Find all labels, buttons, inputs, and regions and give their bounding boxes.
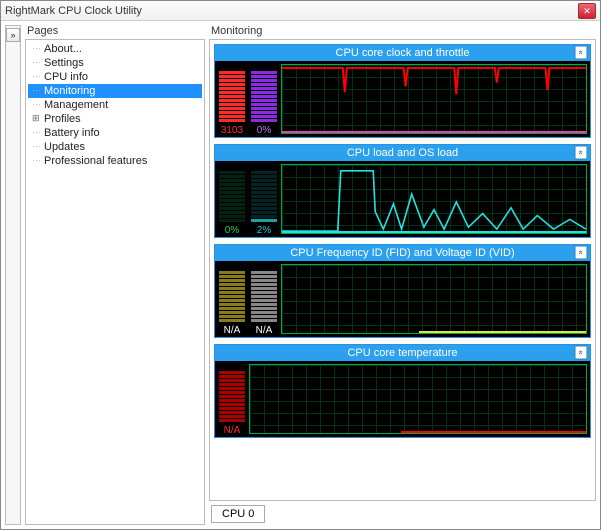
panel-collapse-button[interactable]: «: [575, 346, 588, 360]
gauge-bars: [219, 265, 245, 324]
gauge: 3103: [219, 65, 245, 137]
gauge-bars: [251, 265, 277, 324]
sidebar-item-about[interactable]: About...: [28, 42, 202, 56]
gauge-group: N/A: [215, 361, 249, 437]
gauge: N/A: [219, 265, 245, 337]
sidebar-item-profiles[interactable]: Profiles: [28, 112, 202, 126]
graph-baseline: [282, 231, 586, 233]
monitor-panel: CPU core clock and throttle « 3103 0%: [214, 44, 591, 138]
gauge: 0%: [219, 165, 245, 237]
graph-baseline: [282, 131, 586, 133]
sidebar-heading: Pages: [25, 25, 205, 39]
graph: [281, 264, 587, 334]
gauge-value: 0%: [219, 224, 245, 237]
cpu-tabstrip: CPU 0: [209, 503, 596, 525]
main-heading: Monitoring: [209, 25, 596, 39]
monitor-area: CPU core clock and throttle « 3103 0% CPU l…: [209, 39, 596, 501]
sidebar-collapse-strip: »: [5, 25, 21, 525]
panel-body: N/A N/A: [215, 261, 590, 337]
gauge-group: N/A N/A: [215, 261, 281, 337]
panel-title: CPU Frequency ID (FID) and Voltage ID (V…: [290, 247, 514, 259]
graph: [281, 64, 587, 134]
panel-header: CPU core temperature «: [215, 345, 590, 361]
monitor-panel: CPU load and OS load « 0% 2%: [214, 144, 591, 238]
sidebar-item-updates[interactable]: Updates: [28, 140, 202, 154]
panel-body: 0% 2%: [215, 161, 590, 237]
panel-title: CPU load and OS load: [347, 147, 458, 159]
gauge-group: 0% 2%: [215, 161, 281, 237]
monitor-panel: CPU core temperature « N/A: [214, 344, 591, 438]
sidebar-item-management[interactable]: Management: [28, 98, 202, 112]
sidebar-item-professional-features[interactable]: Professional features: [28, 154, 202, 168]
sidebar-collapse-button[interactable]: »: [6, 28, 20, 42]
panel-body: 3103 0%: [215, 61, 590, 137]
sidebar: Pages About...SettingsCPU infoMonitoring…: [25, 25, 205, 525]
cpu-tab[interactable]: CPU 0: [211, 505, 265, 523]
main-pane: Monitoring CPU core clock and throttle « 3…: [209, 25, 596, 525]
graph: [281, 164, 587, 234]
panel-collapse-button[interactable]: «: [575, 146, 588, 160]
titlebar: RightMark CPU Clock Utility ✕: [1, 1, 600, 21]
panel-header: CPU core clock and throttle «: [215, 45, 590, 61]
panel-collapse-button[interactable]: «: [575, 246, 588, 260]
panel-header: CPU load and OS load «: [215, 145, 590, 161]
gauge-value: 0%: [251, 124, 277, 137]
gauge-value: N/A: [219, 424, 245, 437]
gauge-bars: [251, 65, 277, 124]
gauge-value: N/A: [251, 324, 277, 337]
panel-collapse-button[interactable]: «: [575, 46, 588, 60]
panel-title: CPU core temperature: [347, 347, 457, 359]
gauge: 0%: [251, 65, 277, 137]
sidebar-item-monitoring[interactable]: Monitoring: [28, 84, 202, 98]
graph-baseline: [419, 331, 586, 333]
gauge: N/A: [219, 365, 245, 437]
panel-header: CPU Frequency ID (FID) and Voltage ID (V…: [215, 245, 590, 261]
panel-title: CPU core clock and throttle: [336, 47, 470, 59]
graph-baseline: [401, 431, 586, 433]
gauge: N/A: [251, 265, 277, 337]
window-title: RightMark CPU Clock Utility: [5, 5, 578, 17]
gauge-bars: [219, 65, 245, 124]
gauge-value: 2%: [251, 224, 277, 237]
gauge-group: 3103 0%: [215, 61, 281, 137]
gauge: 2%: [251, 165, 277, 237]
sidebar-item-cpu-info[interactable]: CPU info: [28, 70, 202, 84]
sidebar-item-battery-info[interactable]: Battery info: [28, 126, 202, 140]
gauge-value: N/A: [219, 324, 245, 337]
sidebar-item-settings[interactable]: Settings: [28, 56, 202, 70]
close-button[interactable]: ✕: [578, 3, 596, 19]
gauge-bars: [219, 165, 245, 224]
graph: [249, 364, 587, 434]
monitor-panel: CPU Frequency ID (FID) and Voltage ID (V…: [214, 244, 591, 338]
gauge-bars: [219, 365, 245, 424]
gauge-bars: [251, 165, 277, 224]
nav-tree[interactable]: About...SettingsCPU infoMonitoringManage…: [25, 39, 205, 525]
panel-body: N/A: [215, 361, 590, 437]
gauge-value: 3103: [219, 124, 245, 137]
